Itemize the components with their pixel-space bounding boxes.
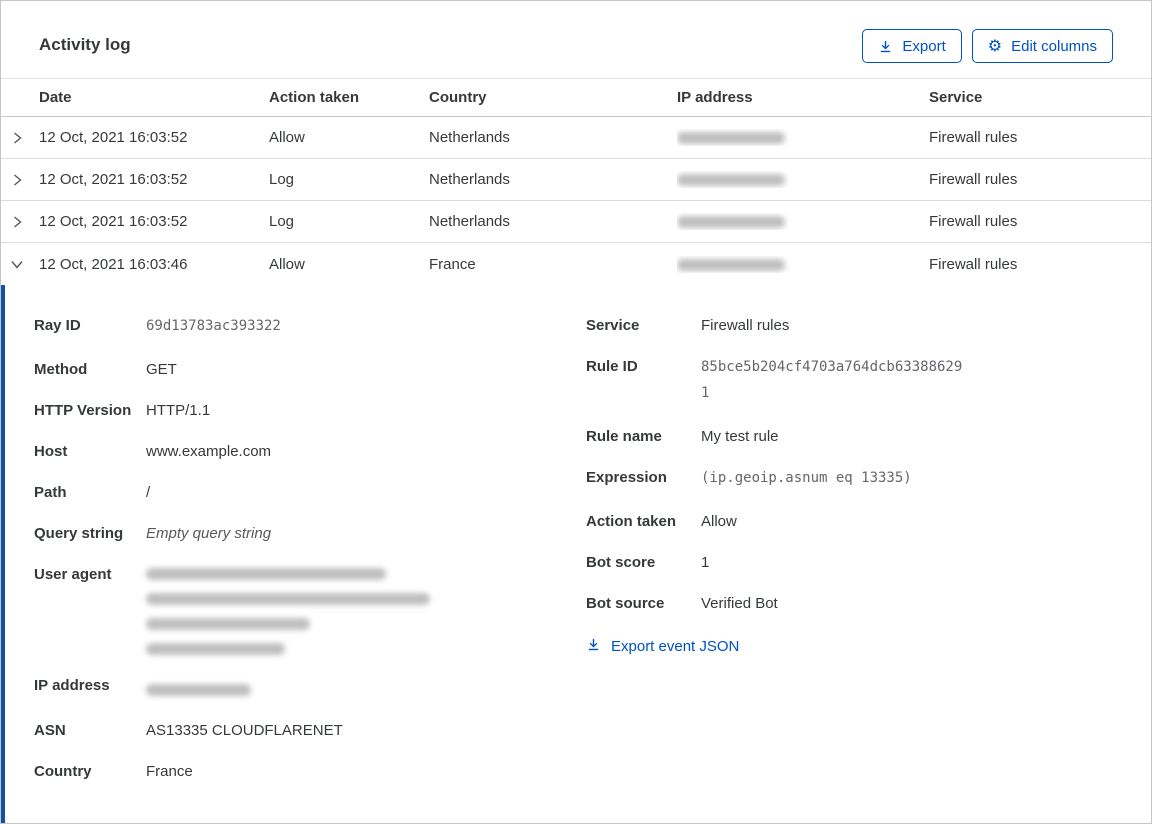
- col-header-action-taken: Action taken: [269, 89, 360, 106]
- row-country: Netherlands: [429, 213, 510, 230]
- field-host: Host www.example.com: [34, 443, 272, 460]
- col-header-date: Date: [39, 89, 72, 106]
- download-icon: [586, 637, 601, 656]
- topbar: Activity log Export ⚙ Edit columns: [1, 1, 1151, 63]
- gear-icon: ⚙: [987, 36, 1003, 55]
- download-icon: [878, 39, 893, 54]
- field-expression: Expression (ip.geoip.asnum eq 13335): [586, 469, 912, 486]
- field-action-taken: Action taken Allow: [586, 513, 737, 530]
- col-header-ip-address: IP address: [677, 89, 753, 106]
- field-rule-name: Rule name My test rule: [586, 428, 779, 445]
- toolbar-actions: Export ⚙ Edit columns: [862, 29, 1113, 63]
- col-header-country: Country: [429, 89, 487, 106]
- row-ip-address-redacted: [677, 213, 929, 230]
- export-button[interactable]: Export: [862, 29, 962, 63]
- col-header-service: Service: [929, 89, 983, 106]
- field-country: Country France: [34, 763, 193, 780]
- row-action-taken: Allow: [269, 129, 305, 146]
- field-ray-id: Ray ID 69d13783ac393322: [34, 317, 281, 334]
- activity-log-panel: Activity log Export ⚙ Edit columns Date …: [0, 0, 1152, 824]
- field-method: Method GET: [34, 361, 177, 378]
- table-header-row: Date Action taken Country IP address Ser…: [1, 78, 1151, 117]
- row-country: France: [429, 255, 476, 273]
- export-button-label: Export: [902, 37, 946, 55]
- row-ip-address-redacted: [677, 256, 929, 273]
- table-row[interactable]: 12 Oct, 2021 16:03:52 Log Netherlands Fi…: [1, 159, 1151, 201]
- row-date: 12 Oct, 2021 16:03:52: [39, 213, 188, 230]
- field-asn: ASN AS13335 CLOUDFLARENET: [34, 722, 343, 739]
- field-http-version: HTTP Version HTTP/1.1: [34, 402, 211, 419]
- field-path: Path /: [34, 484, 151, 501]
- activity-table: Date Action taken Country IP address Ser…: [1, 78, 1151, 285]
- table-row[interactable]: 12 Oct, 2021 16:03:52 Allow Netherlands …: [1, 117, 1151, 159]
- row-date: 12 Oct, 2021 16:03:46: [39, 255, 188, 273]
- field-user-agent: User agent: [34, 565, 586, 655]
- field-query-string: Query string Empty query string: [34, 525, 272, 542]
- row-action-taken: Log: [269, 213, 295, 230]
- page-title: Activity log: [39, 35, 131, 54]
- row-country: Netherlands: [429, 129, 510, 146]
- row-ip-address-redacted: [677, 129, 929, 146]
- edit-columns-button-label: Edit columns: [1011, 37, 1097, 55]
- row-service: Firewall rules: [929, 129, 1018, 146]
- row-ip-address-redacted: [677, 171, 929, 188]
- export-event-json-link[interactable]: Export event JSON: [586, 637, 739, 656]
- row-service: Firewall rules: [929, 213, 1018, 230]
- row-action-taken: Allow: [269, 255, 305, 273]
- chevron-right-icon[interactable]: [1, 215, 39, 229]
- row-date: 12 Oct, 2021 16:03:52: [39, 129, 188, 146]
- field-bot-score: Bot score 1: [586, 554, 710, 571]
- field-bot-source: Bot source Verified Bot: [586, 595, 778, 612]
- export-event-json-label: Export event JSON: [611, 638, 740, 655]
- row-service: Firewall rules: [929, 255, 1018, 273]
- field-ip-address: IP address: [34, 676, 586, 700]
- field-service: Service Firewall rules: [586, 317, 790, 334]
- chevron-down-icon[interactable]: [1, 257, 39, 271]
- field-rule-id: Rule ID 85bce5b204cf4703a764dcb633886291: [586, 358, 963, 401]
- user-agent-redacted-text: [146, 565, 430, 655]
- row-action-taken: Log: [269, 171, 295, 188]
- row-date: 12 Oct, 2021 16:03:52: [39, 171, 188, 188]
- ip-address-redacted-text: [146, 676, 251, 700]
- chevron-right-icon[interactable]: [1, 173, 39, 187]
- table-row-expanded[interactable]: 12 Oct, 2021 16:03:46 Allow France Firew…: [1, 243, 1151, 285]
- row-country: Netherlands: [429, 171, 510, 188]
- row-service: Firewall rules: [929, 171, 1018, 188]
- event-detail-right-column: Service Firewall rules Rule ID 85bce5b20…: [586, 316, 1151, 657]
- table-row[interactable]: 12 Oct, 2021 16:03:52 Log Netherlands Fi…: [1, 201, 1151, 243]
- event-detail-left-column: Ray ID 69d13783ac393322 Method GET HTTP …: [34, 316, 586, 803]
- event-detail-panel: Ray ID 69d13783ac393322 Method GET HTTP …: [1, 285, 1151, 823]
- edit-columns-button[interactable]: ⚙ Edit columns: [971, 29, 1113, 63]
- chevron-right-icon[interactable]: [1, 131, 39, 145]
